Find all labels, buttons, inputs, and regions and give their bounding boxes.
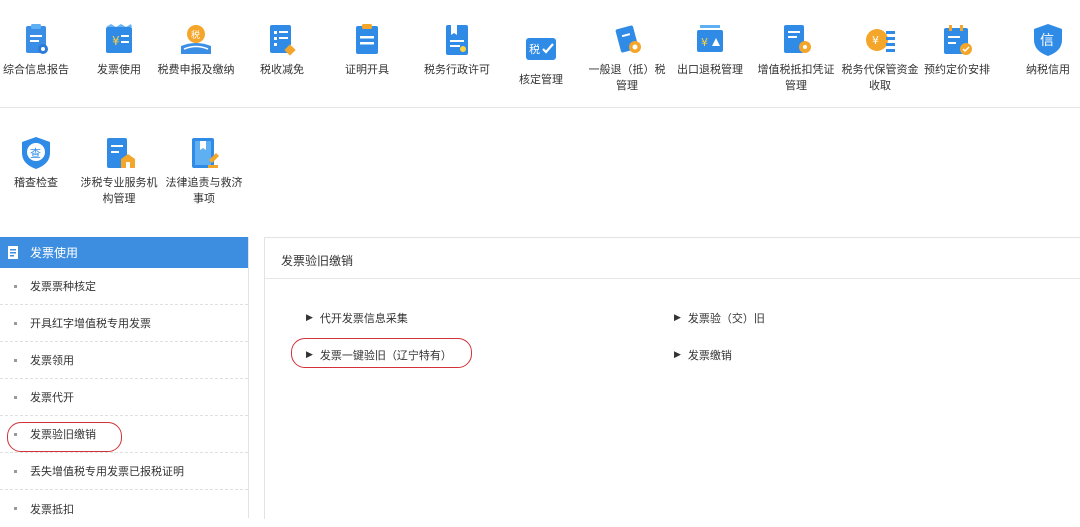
link-label: 发票缴销 xyxy=(687,349,732,362)
tile-assessment[interactable]: 税 核定管理 xyxy=(498,32,584,88)
sidebar-item-lost-invoice-proof[interactable]: 丢失增值税专用发票已报税证明 xyxy=(0,453,248,490)
svg-text:信: 信 xyxy=(1040,33,1054,49)
bullet xyxy=(14,358,17,362)
tile-tax-relief[interactable]: 税收减免 xyxy=(239,22,325,78)
sidebar-item-red-invoice[interactable]: 开具红字增值税专用发票 xyxy=(0,305,248,342)
sidebar-item-label: 丢失增值税专用发票已报税证明 xyxy=(30,465,184,478)
svg-text:税: 税 xyxy=(191,29,200,41)
assessment-icon: 税 xyxy=(523,32,559,68)
triangle-right-icon: ▶ xyxy=(674,350,681,360)
tile-certificate[interactable]: 证明开具 xyxy=(324,22,410,78)
tile-agency[interactable]: 涉税专业服务机构管理 xyxy=(76,135,162,207)
permit-icon xyxy=(439,22,475,58)
main-panel: 发票验旧缴销 ▶ 代开发票信息采集 ▶ 发票验（交）旧 ▶ 发票一键验旧（辽宁特有） … xyxy=(264,237,1080,519)
legal-icon xyxy=(186,135,222,171)
tiles-divider xyxy=(0,107,1080,108)
sidebar-item-type-approval[interactable]: 发票票种核定 xyxy=(0,268,248,305)
tile-legal[interactable]: 法律追责与救济事项 xyxy=(161,135,247,207)
tax-payment-icon: 税 xyxy=(178,22,214,58)
svg-text:¥: ¥ xyxy=(872,34,879,47)
link-one-click-verify[interactable]: ▶ 发票一键验旧（辽宁特有） xyxy=(306,347,452,363)
custody-fund-icon: ¥ xyxy=(862,22,898,58)
inspection-icon: 查 xyxy=(18,135,54,171)
bullet xyxy=(14,395,17,399)
export-refund-icon: ¥ xyxy=(692,22,728,58)
svg-text:¥: ¥ xyxy=(701,36,708,49)
tile-refund[interactable]: 一般退（抵）税管理 xyxy=(584,22,670,94)
sidebar-item-invoice-collection[interactable]: 发票领用 xyxy=(0,342,248,379)
sidebar-item-verify-cancel[interactable]: 发票验旧缴销 xyxy=(0,416,248,453)
credit-icon: 信 xyxy=(1030,22,1066,58)
link-label: 发票一键验旧（辽宁特有） xyxy=(319,349,452,362)
sidebar-item-label: 发票抵扣 xyxy=(30,502,74,516)
tile-custody-fund[interactable]: ¥ 税务代保管资金收取 xyxy=(837,22,923,94)
tile-report[interactable]: 综合信息报告 xyxy=(0,22,79,78)
link-label: 发票验（交）旧 xyxy=(687,312,765,325)
sidebar-item-label: 开具红字增值税专用发票 xyxy=(30,317,151,330)
sidebar-item-label: 发票代开 xyxy=(30,391,74,404)
sidebar-title: 发票使用 xyxy=(30,246,79,260)
triangle-right-icon: ▶ xyxy=(306,350,313,360)
tile-permit[interactable]: 税务行政许可 xyxy=(414,22,500,78)
invoice-icon: ¥ xyxy=(101,22,137,58)
svg-text:¥: ¥ xyxy=(112,34,120,48)
sidebar-item-invoice-issuance[interactable]: 发票代开 xyxy=(0,379,248,416)
bullet xyxy=(14,321,17,325)
sidebar-item-label: 发票票种核定 xyxy=(30,280,96,293)
certificate-icon xyxy=(349,22,385,58)
tile-invoice[interactable]: ¥ 发票使用 xyxy=(76,22,162,78)
tile-export-refund[interactable]: ¥ 出口退税管理 xyxy=(667,22,753,78)
tile-vat-deduction[interactable]: 增值税抵扣凭证管理 xyxy=(753,22,839,94)
vat-deduction-icon xyxy=(778,22,814,58)
tile-inspection[interactable]: 查 稽查检查 xyxy=(0,135,79,191)
triangle-right-icon: ▶ xyxy=(674,313,681,323)
bullet xyxy=(14,469,17,473)
sidebar-header: 发票使用 xyxy=(0,237,248,268)
document-icon xyxy=(8,246,18,259)
sidebar: 发票使用 发票票种核定 开具红字增值税专用发票 发票领用 发票代开 发票验旧缴销… xyxy=(0,237,249,518)
bullet xyxy=(14,507,17,510)
panel-title: 发票验旧缴销 xyxy=(281,254,354,268)
tile-pricing[interactable]: 预约定价安排 xyxy=(914,22,1000,78)
link-invoice-verify-submit[interactable]: ▶ 发票验（交）旧 xyxy=(674,310,765,326)
tax-relief-icon xyxy=(264,22,300,58)
panel-divider xyxy=(265,278,1080,279)
sidebar-item-label: 发票验旧缴销 xyxy=(30,428,96,441)
link-invoice-cancel[interactable]: ▶ 发票缴销 xyxy=(674,347,732,363)
tile-tax-payment[interactable]: 税 税费申报及缴纳 xyxy=(153,22,239,78)
sidebar-item-label: 发票领用 xyxy=(30,354,74,367)
svg-text:查: 查 xyxy=(30,146,41,160)
agency-icon xyxy=(101,135,137,171)
link-agent-invoice-info[interactable]: ▶ 代开发票信息采集 xyxy=(306,310,408,326)
tile-credit[interactable]: 信 纳税信用 xyxy=(1005,22,1080,78)
sidebar-item-invoice-deduction[interactable]: 发票抵扣 xyxy=(0,490,248,527)
pricing-icon xyxy=(939,22,975,58)
bullet xyxy=(14,432,17,436)
link-label: 代开发票信息采集 xyxy=(319,312,408,325)
bullet xyxy=(14,284,17,288)
svg-text:税: 税 xyxy=(529,42,540,56)
triangle-right-icon: ▶ xyxy=(306,313,313,323)
refund-icon xyxy=(609,22,645,58)
report-icon xyxy=(18,22,54,58)
